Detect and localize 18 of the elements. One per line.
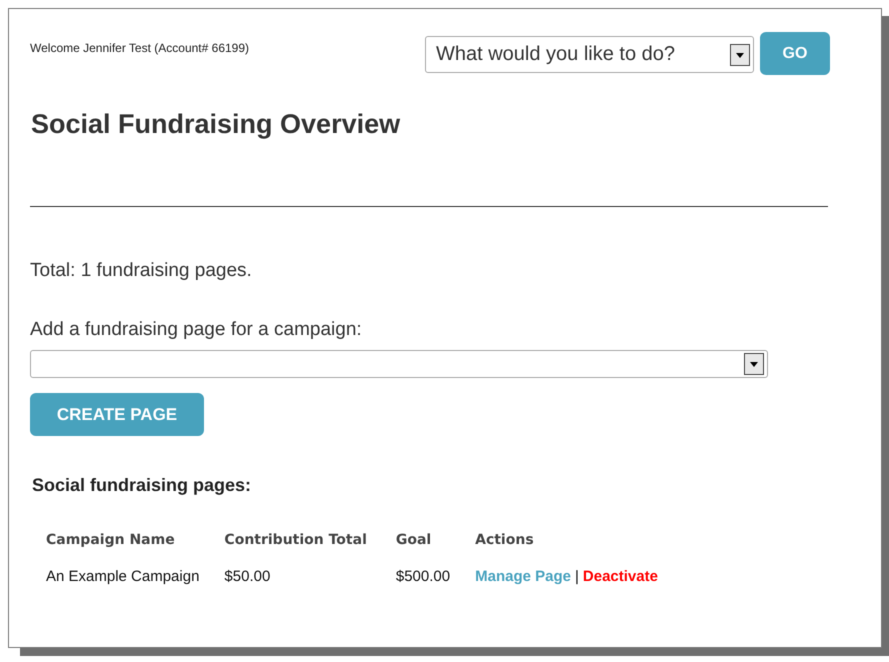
table-cell-text: $50.00 <box>223 567 272 585</box>
column-header: Contribution Total <box>223 532 368 550</box>
section-heading: Social fundraising pages: <box>32 475 252 496</box>
create-page-button[interactable]: CREATE PAGE <box>30 393 204 436</box>
table-cell-text: An Example Campaign <box>45 567 200 585</box>
column-header: Actions <box>474 532 535 550</box>
campaign-label: Add a fundraising page for a campaign: <box>30 319 363 341</box>
separator-text: | <box>574 568 579 585</box>
action-link[interactable]: Deactivate <box>582 568 658 585</box>
action-link[interactable]: Manage Page <box>475 568 571 585</box>
table-cell-text: $500.00 <box>394 567 452 585</box>
welcome-text: Welcome Jennifer Test (Account# 66199) <box>30 41 250 55</box>
column-header: Campaign Name <box>45 532 176 550</box>
total-text: Total: 1 fundraising pages. <box>30 260 253 282</box>
go-button[interactable]: GO <box>760 32 830 75</box>
page-title: Social Fundraising Overview <box>31 109 402 140</box>
column-header: Goal <box>394 532 432 550</box>
action-dropdown[interactable]: What would you like to do? <box>425 36 754 73</box>
